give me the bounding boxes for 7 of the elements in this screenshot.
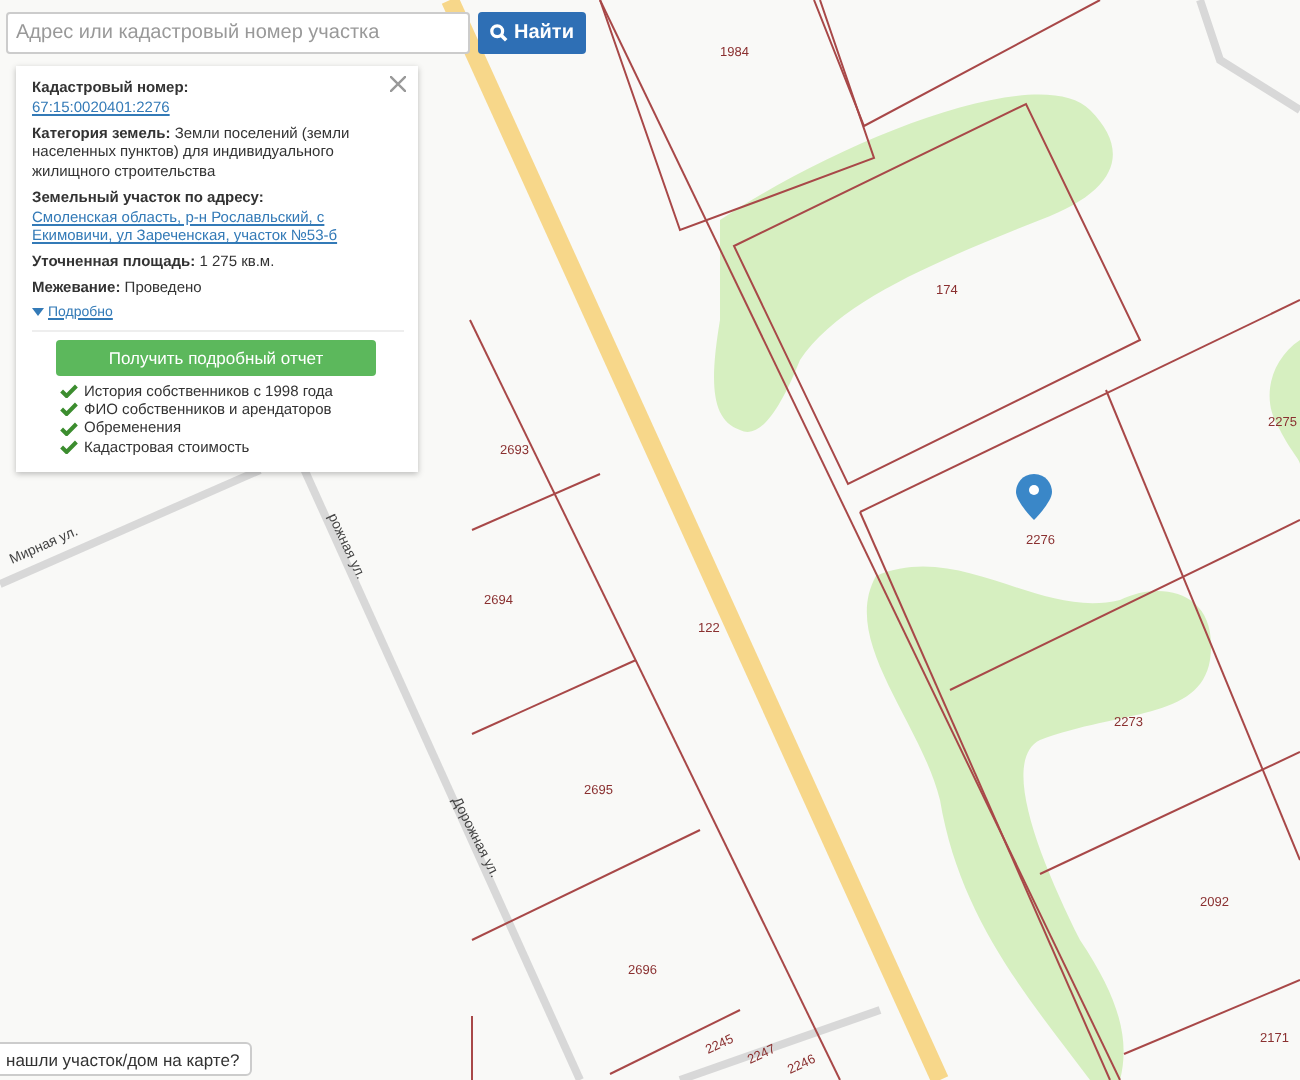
- search-field[interactable]: Адрес или кадастровый номер участка: [6, 12, 470, 54]
- report-button[interactable]: Получить подробный отчет: [56, 339, 376, 376]
- help-button[interactable]: нашли участок/дом на карте?: [0, 1042, 252, 1076]
- map-pin-icon: [1016, 474, 1052, 520]
- search-button[interactable]: Найти: [478, 12, 586, 54]
- close-icon[interactable]: [390, 76, 406, 92]
- search-icon: [490, 24, 508, 42]
